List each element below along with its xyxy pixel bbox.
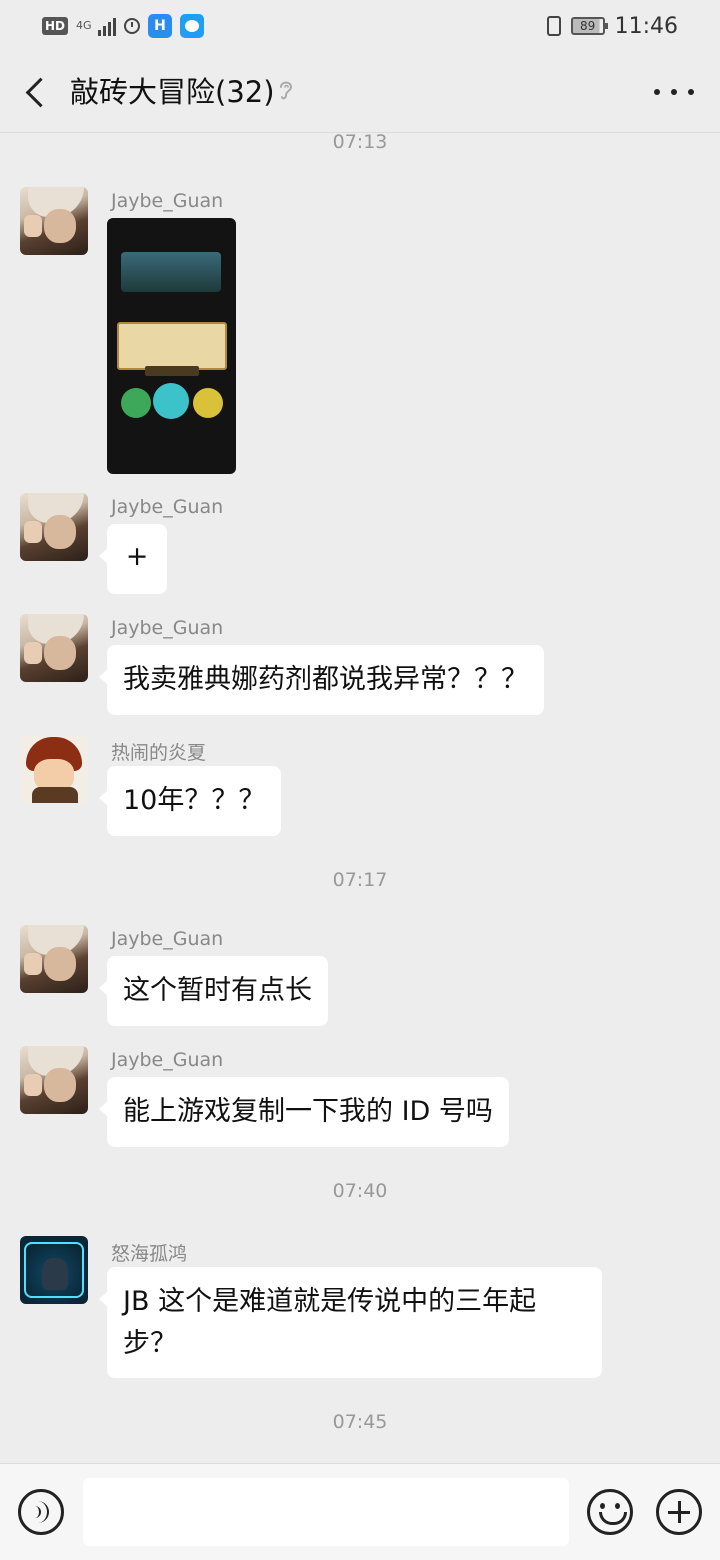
timestamp: 07:13 — [332, 131, 388, 153]
timestamp: 07:45 — [332, 1411, 388, 1433]
message-bubble[interactable]: JB 这个是难道就是传说中的三年起 步？ — [99, 1267, 602, 1378]
message-bubble[interactable]: 10年？？？ — [98, 766, 282, 836]
app-notification-icon-2 — [180, 14, 205, 38]
more-icon[interactable] — [654, 74, 694, 110]
header-bar: 敲砖大冒险(32) — [0, 52, 720, 133]
voice-icon[interactable] — [18, 1489, 64, 1535]
sender-name: 怒海孤鸿 — [111, 1243, 188, 1265]
battery-icon: 89 — [570, 17, 608, 35]
message-bubble[interactable]: 这个暂时有点长 — [99, 956, 328, 1026]
sender-name: Jaybe_Guan — [111, 617, 224, 639]
timestamp: 07:40 — [332, 1180, 388, 1202]
avatar[interactable] — [20, 925, 88, 993]
timestamp: 07:17 — [332, 869, 388, 891]
ear-icon — [280, 81, 293, 100]
chat-title: 敲砖大冒险(32) — [70, 75, 275, 109]
message-item: Jaybe_Guan 能上游戏复制一下我的 ID 号吗 — [20, 1046, 700, 1150]
status-left: HD 4G H — [42, 14, 205, 38]
chat-screen: HD 4G H 89 11:46 敲砖大冒险(32) 07:13 Jaybe_G… — [0, 0, 720, 1560]
message-item: 怒海孤鸿 JB 这个是难道就是传说中的三年起 步？ — [20, 1236, 700, 1382]
vibrate-icon — [546, 16, 561, 36]
app-notification-icon: H — [148, 14, 173, 38]
hd-icon: HD — [42, 17, 69, 35]
sender-name: Jaybe_Guan — [111, 190, 224, 212]
emoji-icon[interactable] — [587, 1489, 633, 1535]
avatar[interactable] — [20, 493, 88, 561]
message-text-line: 步？ — [123, 1328, 177, 1359]
status-bar: HD 4G H 89 11:46 — [0, 0, 720, 52]
message-bubble[interactable]: 我卖雅典娜药剂都说我异常？？？ — [99, 645, 544, 715]
message-item: Jaybe_Guan 这个暂时有点长 — [20, 925, 700, 1029]
network-label: 4G — [76, 19, 92, 32]
avatar[interactable] — [20, 1236, 88, 1304]
input-bar — [0, 1463, 720, 1560]
avatar[interactable] — [20, 1046, 88, 1114]
status-right: 89 11:46 — [546, 12, 678, 40]
message-bubble[interactable]: 能上游戏复制一下我的 ID 号吗 — [99, 1077, 509, 1147]
message-item: Jaybe_Guan + — [20, 493, 700, 597]
avatar[interactable] — [20, 614, 88, 682]
sender-name: Jaybe_Guan — [111, 928, 224, 950]
signal-icon — [98, 16, 117, 36]
sender-name: 热闹的炎夏 — [111, 742, 207, 764]
avatar[interactable] — [20, 187, 88, 255]
plus-icon[interactable] — [656, 1489, 702, 1535]
timer-icon — [124, 18, 141, 34]
message-bubble[interactable]: + — [99, 524, 167, 594]
back-icon[interactable] — [18, 72, 58, 112]
avatar[interactable] — [20, 735, 88, 803]
message-item: 热闹的炎夏 10年？？？ — [20, 735, 700, 839]
clock: 11:46 — [614, 13, 678, 39]
sender-name: Jaybe_Guan — [111, 496, 224, 518]
image-message[interactable] — [107, 218, 236, 474]
message-item: Jaybe_Guan — [20, 187, 700, 477]
message-text-line: JB 这个是难道就是传说中的三年起 — [123, 1286, 537, 1317]
message-item: Jaybe_Guan 我卖雅典娜药剂都说我异常？？？ — [20, 614, 700, 718]
message-input[interactable] — [83, 1478, 569, 1546]
sender-name: Jaybe_Guan — [111, 1049, 224, 1071]
